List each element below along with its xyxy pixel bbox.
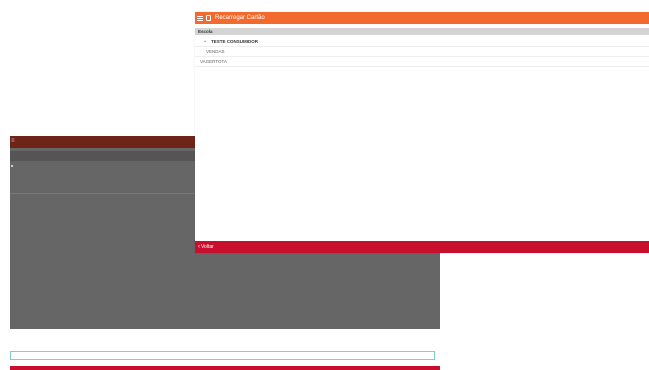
tree-subitem-label: VENDAS [206, 49, 225, 54]
section-header-label: Escola [198, 29, 213, 34]
back-button-label: Voltar [201, 244, 214, 250]
dialog-header: Recarregar Cartão [195, 12, 649, 24]
background-input-field [10, 351, 435, 360]
tree-group-teste-consumidor[interactable]: ⌄ TESTE CONSUMIDOR [195, 37, 649, 47]
tree-group-label: TESTE CONSUMIDOR [211, 39, 259, 44]
dialog-footer: ‹ Voltar [195, 241, 649, 253]
list-item-vagertota[interactable]: VAGERTOTA [195, 57, 649, 67]
background-list-marker [11, 165, 13, 167]
back-button[interactable]: ‹ Voltar [198, 241, 214, 253]
list-item-label: VAGERTOTA [200, 59, 227, 64]
card-icon [206, 15, 211, 21]
background-app-header-mark: ≡ [11, 138, 15, 144]
background-footer-bar [10, 366, 440, 370]
chevron-down-icon[interactable]: ⌄ [203, 38, 207, 45]
hamburger-menu-icon[interactable] [197, 15, 203, 21]
recharge-card-dialog: Recarregar Cartão Escola ⌄ TESTE CONSUMI… [195, 12, 649, 253]
dialog-title: Recarregar Cartão [215, 15, 265, 21]
section-header-escola: Escola [195, 28, 649, 35]
tree-subitem-vendas[interactable]: VENDAS [195, 47, 649, 57]
chevron-left-icon: ‹ [198, 244, 200, 250]
